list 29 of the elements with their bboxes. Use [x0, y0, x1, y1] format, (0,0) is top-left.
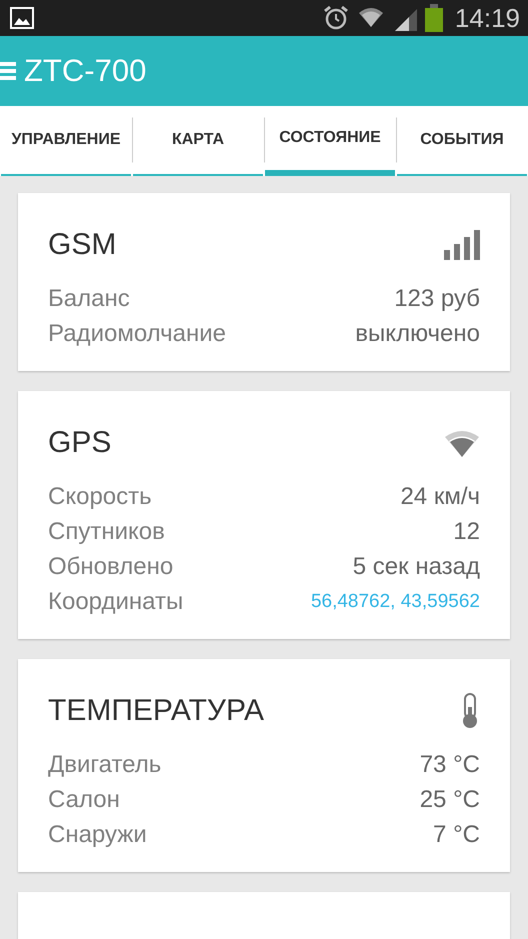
row-label: Спутников	[48, 518, 165, 546]
row-label: Обновлено	[48, 552, 174, 580]
clock-time: 14:19	[454, 2, 520, 34]
alarm-icon	[322, 5, 349, 31]
battery-icon	[424, 4, 443, 32]
row-value: 5 сек назад	[352, 552, 480, 580]
row-label: Радиомолчание	[48, 320, 226, 348]
row-label: Снаружи	[48, 820, 147, 848]
app-title: ZTC-700	[24, 53, 146, 89]
row-value: выключено	[355, 320, 480, 348]
card-title: GPS	[48, 426, 112, 460]
wifi-icon	[444, 429, 480, 457]
row-value: 123 руб	[394, 284, 480, 312]
row-label: Салон	[48, 786, 120, 814]
row-value: 24 км/ч	[400, 482, 480, 510]
card-title: GSM	[48, 228, 116, 262]
row-label: Баланс	[48, 284, 130, 312]
thermometer-icon	[460, 693, 480, 729]
row-label: Двигатель	[48, 750, 162, 778]
row-value: 25 °C	[420, 786, 480, 814]
image-icon	[10, 7, 34, 29]
row-value: 12	[453, 518, 480, 546]
row-label: Координаты	[48, 588, 184, 616]
row-value: 73 °C	[420, 750, 480, 778]
signal-bars-icon	[444, 230, 480, 260]
row-label: Скорость	[48, 482, 152, 510]
card-title: ТЕМПЕРАТУРА	[48, 694, 264, 728]
menu-icon[interactable]	[0, 60, 16, 82]
row-value: 7 °C	[433, 820, 480, 848]
